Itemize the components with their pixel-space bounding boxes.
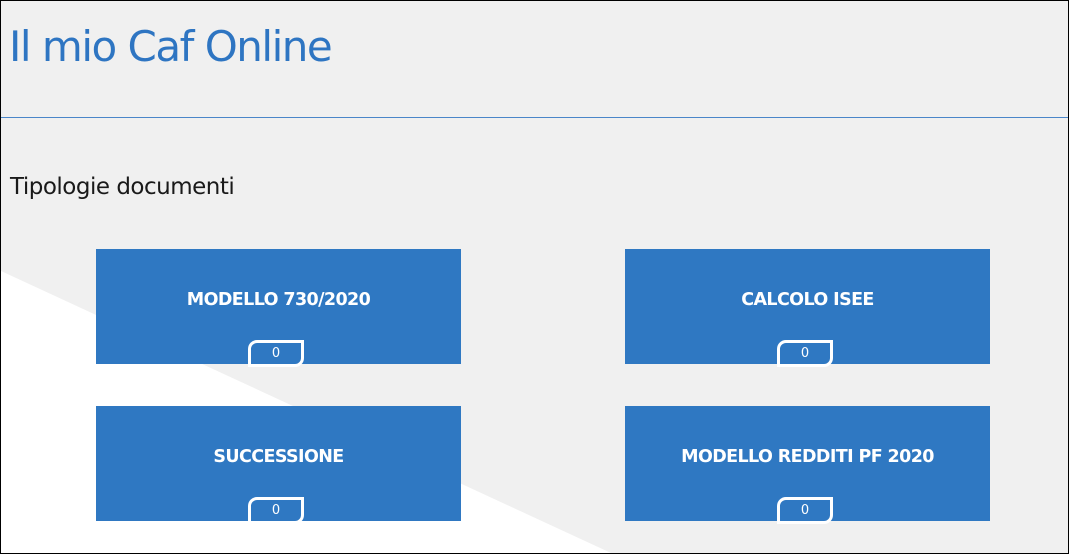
app-frame: Il mio Caf Online Tipologie documenti MO…	[0, 0, 1069, 554]
tile-label: MODELLO 730/2020	[186, 290, 371, 310]
count-badge: 0	[777, 340, 833, 367]
count-badge: 0	[777, 497, 833, 524]
tile-label: SUCCESSIONE	[213, 447, 344, 467]
section-title: Tipologie documenti	[10, 174, 235, 200]
document-tile-successione[interactable]: SUCCESSIONE 0	[96, 406, 461, 524]
tile-label: CALCOLO ISEE	[741, 290, 874, 310]
count-badge: 0	[248, 497, 304, 524]
count-badge: 0	[248, 340, 304, 367]
document-tile-calcolo-isee[interactable]: CALCOLO ISEE 0	[625, 249, 990, 367]
page-title: Il mio Caf Online	[9, 22, 333, 71]
document-tile-modello-redditi[interactable]: MODELLO REDDITI PF 2020 0	[625, 406, 990, 524]
tile-label: MODELLO REDDITI PF 2020	[681, 447, 934, 467]
title-divider	[1, 117, 1068, 118]
document-tile-modello-730[interactable]: MODELLO 730/2020 0	[96, 249, 461, 367]
